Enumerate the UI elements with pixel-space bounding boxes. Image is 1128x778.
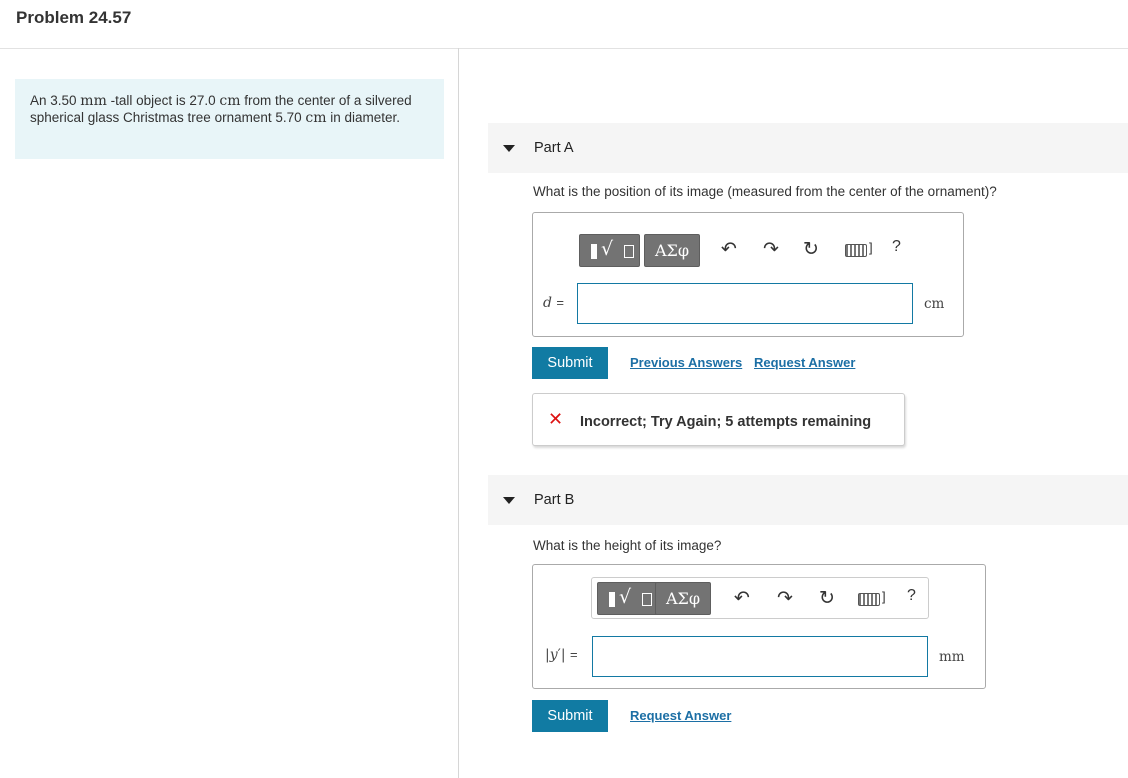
greek-symbols-button[interactable]: ΑΣφ xyxy=(644,234,700,267)
problem-statement: An 3.50 mm -tall object is 27.0 cm from … xyxy=(15,79,444,159)
part-a-submit-button[interactable]: Submit xyxy=(532,347,608,379)
collapse-triangle-icon[interactable] xyxy=(503,145,515,152)
templates-icon xyxy=(609,592,615,607)
incorrect-x-icon: ✕ xyxy=(548,409,564,430)
column-divider xyxy=(458,48,459,778)
part-a-answer-input[interactable] xyxy=(577,283,913,324)
keyboard-icon[interactable] xyxy=(845,244,867,257)
part-b-submit-button[interactable]: Submit xyxy=(532,700,608,732)
help-icon[interactable]: ? xyxy=(907,587,916,605)
redo-icon[interactable]: ↷ xyxy=(763,238,779,260)
reset-icon[interactable]: ↻ xyxy=(803,238,819,260)
part-b-unit: mm xyxy=(939,649,965,665)
part-b-toolbar: √ ΑΣφ ↶ ↷ ↻ ] ? xyxy=(591,577,929,619)
greek-symbols-button[interactable]: ΑΣφ xyxy=(655,582,711,615)
reset-icon[interactable]: ↻ xyxy=(819,587,835,609)
previous-answers-link[interactable]: Previous Answers xyxy=(630,355,742,370)
undo-icon[interactable]: ↶ xyxy=(734,587,750,609)
keyboard-icon[interactable] xyxy=(858,593,880,606)
feedback-message: Incorrect; Try Again; 5 attempts remaini… xyxy=(580,414,872,430)
page-title: Problem 24.57 xyxy=(16,8,132,27)
templates-button[interactable]: √ xyxy=(597,582,658,615)
part-b-request-answer-link[interactable]: Request Answer xyxy=(630,708,731,723)
part-a-label: Part A xyxy=(534,140,574,156)
undo-icon[interactable]: ↶ xyxy=(721,238,737,260)
part-a-variable-label: d = xyxy=(543,295,565,311)
part-b-question: What is the height of its image? xyxy=(533,538,722,553)
redo-icon[interactable]: ↷ xyxy=(777,587,793,609)
part-a-feedback: ✕ Incorrect; Try Again; 5 attempts remai… xyxy=(532,393,905,446)
templates-button[interactable]: √ xyxy=(579,234,640,267)
part-a-unit: cm xyxy=(924,296,945,312)
part-a-answer-box: √ ΑΣφ ↶ ↷ ↻ ] ? d = cm xyxy=(532,212,964,337)
collapse-triangle-icon[interactable] xyxy=(503,497,515,504)
radical-icon: √ xyxy=(601,238,614,260)
part-b-label: Part B xyxy=(534,492,575,508)
title-divider xyxy=(0,48,1128,49)
part-b-header[interactable]: Part B xyxy=(488,475,1128,525)
help-icon[interactable]: ? xyxy=(892,238,901,256)
part-a-request-answer-link[interactable]: Request Answer xyxy=(754,355,855,370)
part-a-header[interactable]: Part A xyxy=(488,123,1128,173)
radical-icon: √ xyxy=(619,586,632,608)
part-b-answer-box: √ ΑΣφ ↶ ↷ ↻ ] ? |y′| = mm xyxy=(532,564,986,689)
part-b-variable-label: |y′| = xyxy=(545,647,578,663)
part-b-answer-input[interactable] xyxy=(592,636,928,677)
templates-icon xyxy=(591,244,597,259)
part-a-toolbar: √ ΑΣφ ↶ ↷ ↻ ] ? xyxy=(573,229,923,271)
part-a-question: What is the position of its image (measu… xyxy=(533,184,997,199)
